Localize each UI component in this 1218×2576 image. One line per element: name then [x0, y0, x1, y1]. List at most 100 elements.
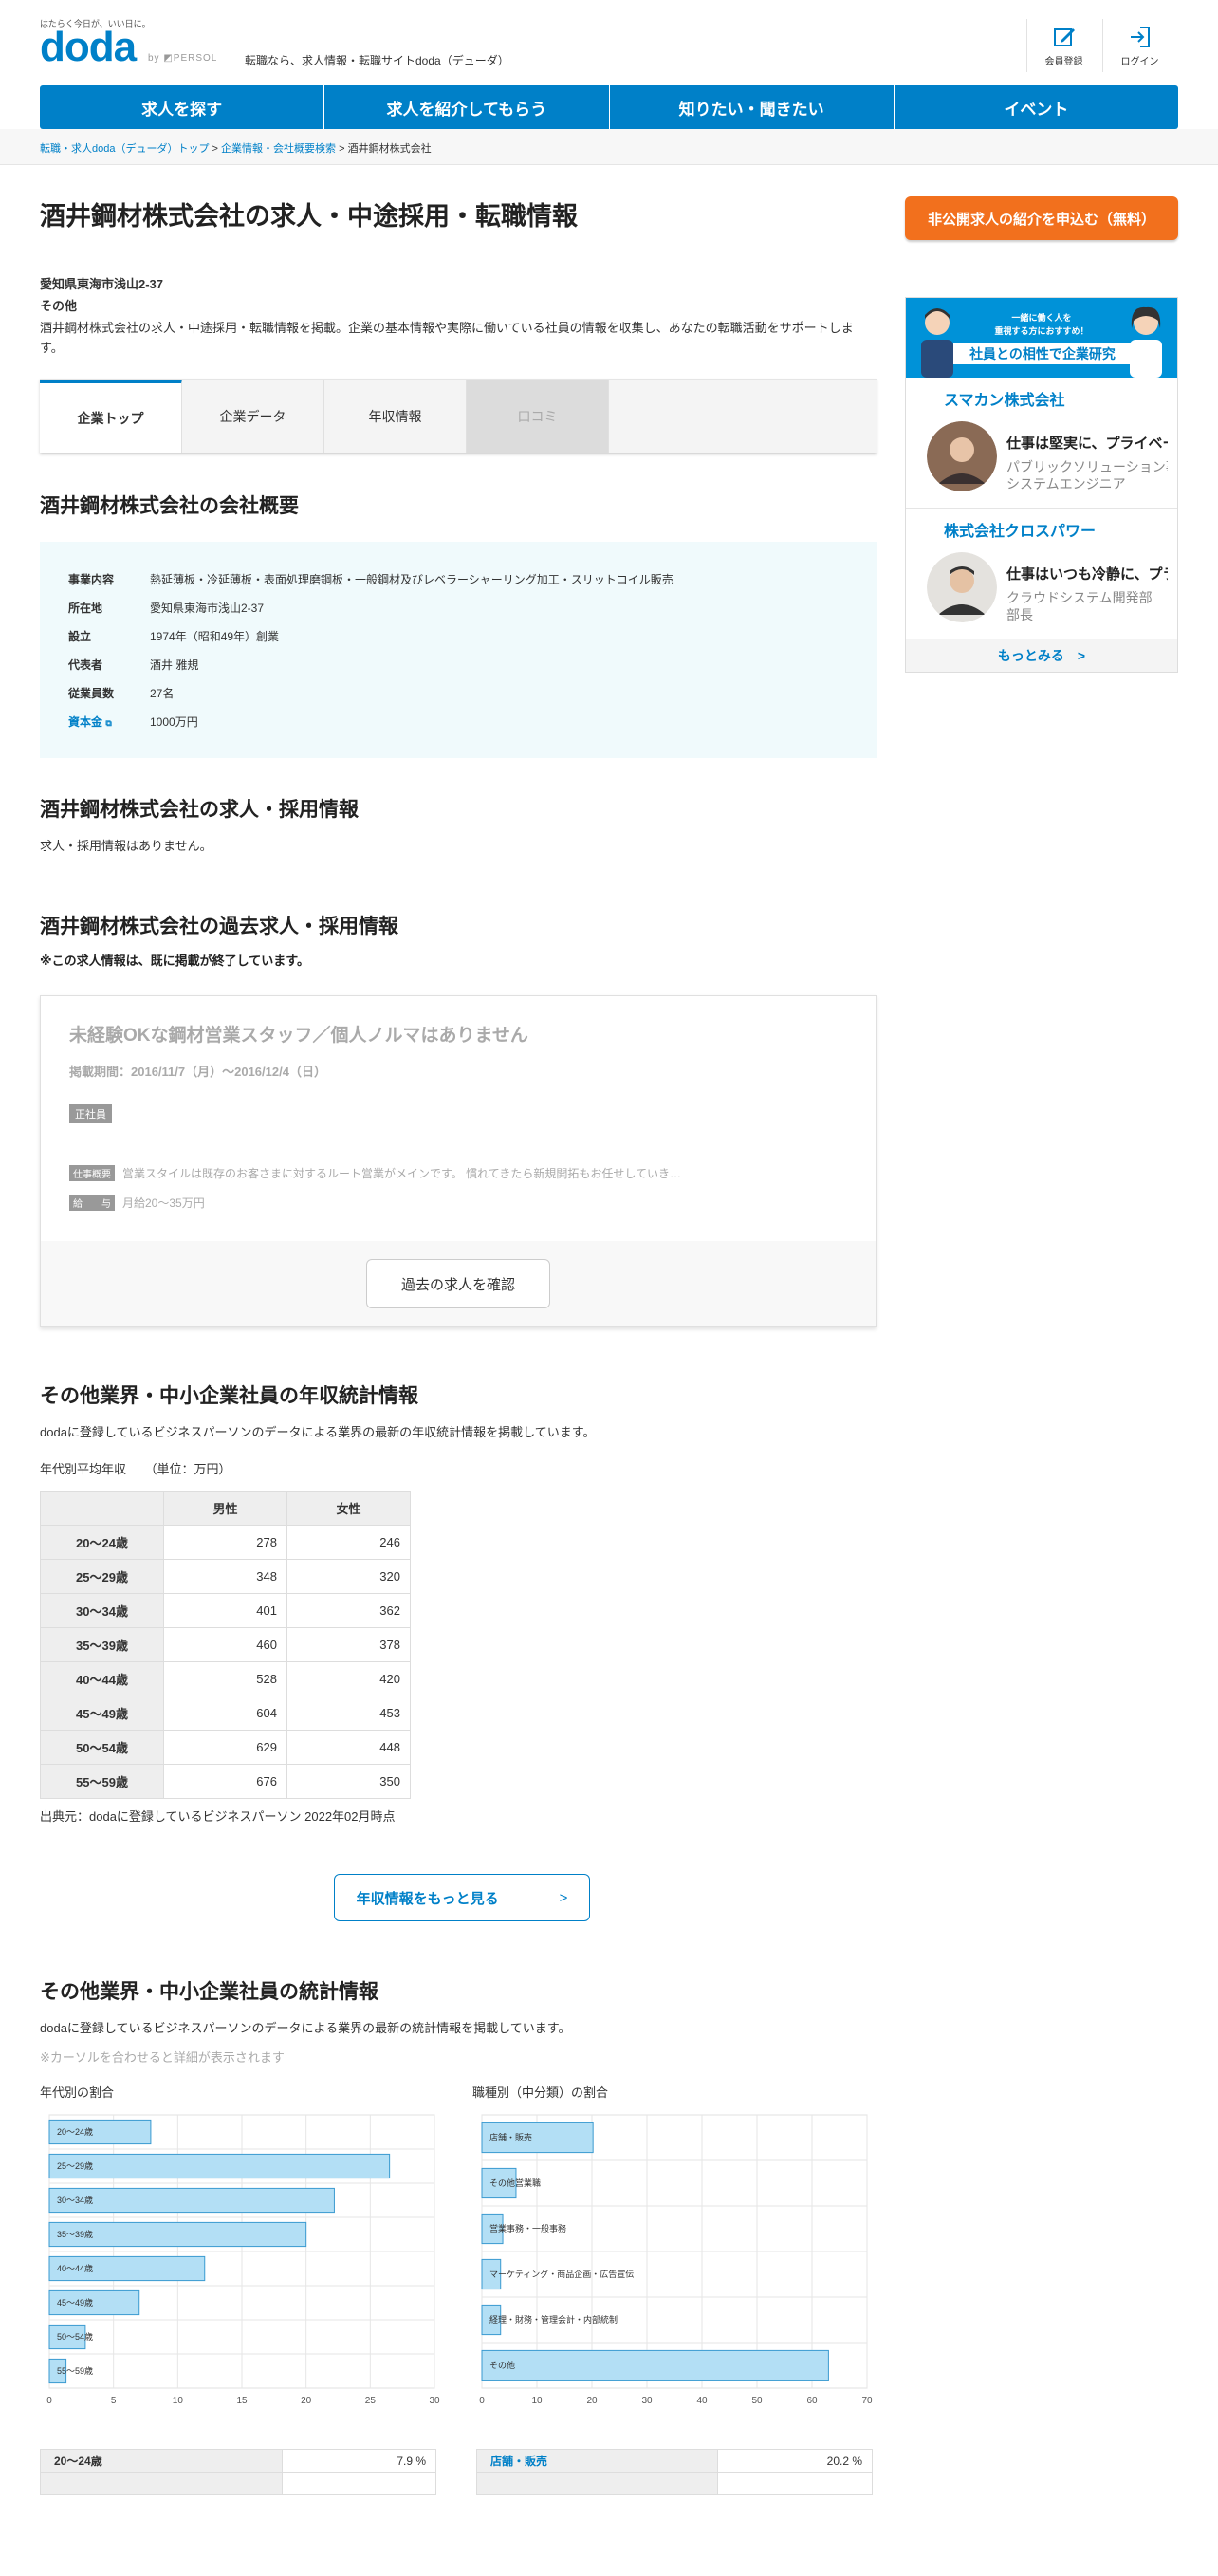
female-salary: 420: [286, 1661, 411, 1696]
job-ratio-label[interactable]: 店舗・販売: [476, 2449, 718, 2473]
bar-category-label: 50～54歳: [57, 2331, 93, 2342]
tab-company-data[interactable]: 企業データ: [182, 380, 324, 453]
jobs-none-text: 求人・採用情報はありません。: [40, 839, 212, 853]
salary-row: 30～34歳 401 362: [40, 1593, 411, 1628]
past-jobs-note: ※この求人情報は、既に掲載が終了しています。: [40, 954, 309, 968]
age-chart-label: 年代別の割合: [40, 2085, 115, 2100]
bar-category-label: 30～34歳: [57, 2195, 93, 2205]
company-name[interactable]: スマカン株式会社: [919, 387, 1164, 410]
see-more-button[interactable]: もっとみる >: [906, 639, 1177, 672]
breadcrumb-company-search-link[interactable]: 企業情報・会社概要検索: [221, 143, 336, 155]
x-tick-label: 10: [531, 2396, 543, 2406]
employee-research-banner[interactable]: 一緒に働く人を 重視する方におすすめ！ 社員との相性で企業研究: [906, 298, 1177, 378]
bar-category-label: その他: [489, 2360, 515, 2370]
see-more-label: もっとみる: [997, 648, 1064, 663]
global-nav: 求人を探す 求人を紹介してもらう 知りたい・聞きたい イベント: [40, 85, 1178, 129]
age-ratio-row: [39, 2472, 436, 2495]
overview-key: 代表者: [68, 658, 103, 672]
salary-label: 給 与: [69, 1195, 115, 1211]
doda-logo[interactable]: doda: [40, 27, 137, 68]
past-job-card: 未経験OKな鋼材営業スタッフ／個人ノルマはありません 掲載期間：2016/11/…: [40, 995, 877, 1327]
register-label: 会員登録: [1044, 57, 1083, 67]
x-tick-label: 20: [301, 2396, 312, 2406]
female-salary: 246: [286, 1525, 411, 1560]
age-ratio-label: 20～24歳: [39, 2449, 284, 2473]
salary-row: 50～54歳 629 448: [40, 1730, 411, 1765]
company-name[interactable]: 株式会社クロスパワー: [919, 518, 1164, 541]
employee-photo: [927, 552, 997, 622]
male-salary: 401: [163, 1593, 287, 1628]
overview-row: 代表者 酒井 雅規: [68, 650, 674, 678]
employee-department: クラウドシステム開発部: [1006, 590, 1153, 605]
female-salary: 378: [286, 1627, 411, 1662]
tab-reviews: 口コミ: [467, 380, 609, 453]
x-tick-label: 10: [173, 2396, 184, 2406]
bar-category-label: 経理・財務・管理会計・内部統制: [489, 2314, 618, 2325]
overview-row: 資本金 ⧉ 1000万円: [68, 707, 674, 735]
edit-icon: [1053, 28, 1075, 46]
female-salary: 362: [286, 1593, 411, 1628]
overview-table: 事業内容 熱延薄板・冷延薄板・表面処理磨鋼板・一般鋼材及びレベラーシャーリング加工…: [68, 565, 674, 735]
chevron-right-icon: >: [1077, 648, 1086, 663]
site-header: はたらく今日が、いい日に。 doda by ◩PERSOL 転職なら、求人情報・…: [0, 0, 1218, 76]
x-tick-label: 50: [751, 2396, 763, 2406]
employee-role: システムエンジニア: [1006, 476, 1126, 491]
bar-category-label: 25～29歳: [57, 2160, 93, 2171]
tab-salary-info[interactable]: 年収情報: [324, 380, 467, 453]
employee-quote: 仕事はいつも冷静に、プライベート: [1006, 566, 1168, 583]
bar-category-label: 営業事務・一般事務: [489, 2223, 566, 2233]
bar-category-label: 55～59歳: [57, 2365, 93, 2376]
nav-learn[interactable]: 知りたい・聞きたい: [610, 85, 895, 129]
past-job-salary-row: 給 与月給20～35万円: [69, 1195, 847, 1211]
jobs-title: 酒井鋼材株式会社の求人・採用情報: [40, 799, 359, 821]
bar-category-label: その他営業職: [489, 2178, 541, 2188]
chart-bar: [48, 2153, 391, 2179]
nav-events[interactable]: イベント: [895, 85, 1178, 129]
login-button[interactable]: ログイン: [1102, 19, 1176, 72]
age-ratio-chart: 0 5 10 15 20 25 30 20～24歳 25～29歳 30～34歳 35～39歳 40～4…: [46, 2114, 440, 2406]
view-past-jobs-button[interactable]: 過去の求人を確認: [366, 1259, 550, 1308]
overview-row: 事業内容 熱延薄板・冷延薄板・表面処理磨鋼板・一般鋼材及びレベラーシャーリング加工…: [68, 565, 674, 593]
capital-link[interactable]: 資本金 ⧉: [68, 707, 150, 735]
sidebar: 非公開求人の紹介を申込む（無料） 一緒に働く人を 重視する方におすすめ！ 社員との…: [905, 196, 1178, 673]
bar-category-label: マーケティング・商品企画・広告宣伝: [489, 2269, 634, 2279]
x-tick-label: 70: [861, 2396, 873, 2406]
main-content: 酒井鋼材株式会社の求人・中途採用・転職情報 愛知県東海市浅山2-37 その他 酒…: [39, 190, 877, 2576]
job-ratio-row: [476, 2472, 874, 2495]
summary-label: 仕事概要: [69, 1165, 115, 1181]
company-card[interactable]: 株式会社クロスパワー 仕事はいつも冷静に、プライベート クラウドシステム開発部 …: [906, 509, 1177, 639]
bar-category-label: 20～24歳: [57, 2126, 93, 2137]
overview-value: 熱延薄板・冷延薄板・表面処理磨鋼板・一般鋼材及びレベラーシャーリング加工・スリッ…: [150, 572, 674, 586]
employee-department: パブリックソリューション事業部: [1006, 459, 1168, 474]
tab-company-top[interactable]: 企業トップ: [40, 380, 182, 453]
employee-quote: 仕事は堅実に、プライベートは: [1006, 436, 1168, 452]
private-jobs-cta-button[interactable]: 非公開求人の紹介を申込む（無料）: [905, 196, 1178, 240]
salary-row: 25～29歳 348 320: [40, 1559, 411, 1594]
past-jobs-title: 酒井鋼材株式会社の過去求人・採用情報: [40, 916, 398, 937]
more-salary-button[interactable]: 年収情報をもっと見る >: [334, 1874, 590, 1921]
stats-charts: 年代別の割合 職種別（中分類）の割合 0 5 10 15 20 25 30 20～24歳 25～…: [39, 2083, 877, 2576]
bar-category-label: 40～44歳: [57, 2263, 93, 2273]
age-cell: 20～24歳: [40, 1525, 164, 1560]
overview-row: 設立 1974年（昭和49年）創業: [68, 621, 674, 650]
overview-value: 1974年（昭和49年）創業: [150, 629, 280, 643]
page-description: 酒井鋼材株式会社の求人・中途採用・転職情報を掲載。企業の基本情報や実際に働いてい…: [40, 321, 854, 355]
salary-table: 男性 女性 20～24歳 278 246 25～29歳 348 320 30～34歳 401…: [40, 1491, 411, 1799]
past-job-title[interactable]: 未経験OKな鋼材営業スタッフ／個人ノルマはありません: [69, 1021, 847, 1047]
age-cell: 30～34歳: [40, 1593, 164, 1628]
male-salary: 460: [163, 1627, 287, 1662]
bar-category-label: 店舗・販売: [489, 2132, 532, 2142]
x-tick-label: 30: [429, 2396, 440, 2406]
nav-job-introduction[interactable]: 求人を紹介してもらう: [324, 85, 610, 129]
company-card[interactable]: スマカン株式会社 仕事は堅実に、プライベートは パブリックソリューション事業部 …: [906, 378, 1177, 509]
nav-search-jobs[interactable]: 求人を探す: [40, 85, 325, 129]
overview-key: 事業内容: [68, 572, 115, 586]
stats-title: その他業界・中小企業社員の統計情報: [40, 1981, 378, 2003]
overview-value: 27名: [150, 686, 175, 700]
register-button[interactable]: 会員登録: [1026, 19, 1100, 72]
header-tagline: 転職なら、求人情報・転職サイトdoda（デューダ）: [245, 54, 509, 67]
salary-text: 月給20～35万円: [122, 1196, 205, 1210]
age-cell: 25～29歳: [40, 1559, 164, 1594]
job-ratio-chart: 0 10 20 30 40 50 60 70 店舗・販売その他営業職営業事務・一般事務マーケティ…: [479, 2114, 873, 2406]
breadcrumb-top-link[interactable]: 転職・求人doda（デューダ）トップ: [40, 143, 209, 155]
